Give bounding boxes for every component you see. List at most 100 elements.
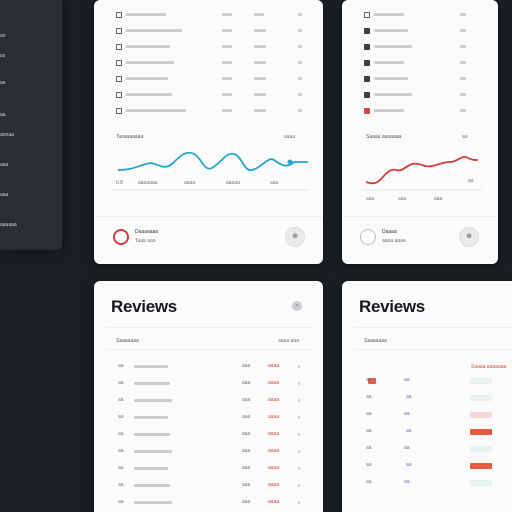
row-title-bar	[134, 399, 172, 402]
row-meta-bar	[298, 109, 302, 112]
row-action[interactable]	[298, 365, 300, 368]
row-checkbox[interactable]	[364, 108, 370, 114]
table-row[interactable]: aa aaa aaaa	[94, 482, 323, 490]
axis-tick: aaaaa	[226, 180, 240, 186]
info-icon[interactable]: •	[292, 301, 302, 311]
list-row[interactable]	[94, 75, 323, 83]
list-row[interactable]	[342, 91, 498, 99]
row-col-b: aa	[404, 479, 410, 485]
progress-bar	[470, 395, 492, 401]
row-action[interactable]	[298, 399, 300, 402]
row-date: aaa	[242, 363, 251, 369]
list-row[interactable]	[342, 11, 498, 19]
sidebar-item-5[interactable]: annaa	[0, 132, 14, 138]
list-row[interactable]	[94, 107, 323, 115]
table-row[interactable]: aa aa	[342, 411, 512, 419]
sidebar-item-8[interactable]: aaaaaa	[0, 222, 17, 228]
row-meta-bar	[460, 29, 466, 32]
row-title-bar	[126, 61, 174, 64]
row-action[interactable]	[298, 467, 300, 470]
table-row[interactable]: aa aa	[342, 462, 512, 470]
row-date: aaa	[242, 380, 251, 386]
table-row[interactable]: aa aa	[342, 479, 512, 487]
row-checkbox[interactable]	[116, 12, 122, 18]
row-col-a: aa	[366, 411, 372, 417]
table-row[interactable]: aa aaa aaaa	[94, 448, 323, 456]
row-title-bar	[134, 433, 170, 436]
table-row[interactable]: aa aaa aaaa	[94, 363, 323, 371]
sidebar-item-label: ae	[0, 80, 6, 86]
row-action[interactable]	[298, 416, 300, 419]
row-checkbox[interactable]	[116, 28, 122, 34]
row-action[interactable]	[298, 450, 300, 453]
row-checkbox[interactable]	[116, 92, 122, 98]
list-row[interactable]	[342, 27, 498, 35]
row-checkbox[interactable]	[116, 76, 122, 82]
panel-title: Reviews	[359, 297, 425, 316]
row-action[interactable]	[298, 501, 300, 504]
table-row[interactable]: aa aaa aaaa	[94, 414, 323, 422]
sidebar-item-7[interactable]: aaa	[0, 192, 8, 198]
table-row[interactable]: aa aa	[342, 394, 512, 402]
row-checkbox[interactable]	[364, 44, 370, 50]
list-row[interactable]	[94, 11, 323, 19]
table-row[interactable]: aa aaa aaaa	[94, 431, 323, 439]
progress-bar	[470, 480, 492, 486]
table-row[interactable]: aa aaa aaaa	[94, 397, 323, 405]
axis-tick: aa	[468, 178, 474, 184]
row-title-bar	[374, 29, 408, 32]
sidebar-item-2[interactable]: as	[0, 53, 5, 59]
add-button[interactable]: ⊕	[285, 227, 305, 247]
row-checkbox[interactable]	[364, 60, 370, 66]
row-action[interactable]	[298, 433, 300, 436]
row-checkbox[interactable]	[364, 76, 370, 82]
table-row[interactable]: aa aa	[342, 377, 512, 385]
row-id: aa	[118, 363, 124, 369]
activity-card-right: Saaaa aaaaaaa aa aaa aaa aaa aa Daaaa aa…	[342, 0, 498, 264]
table-row[interactable]: aa aaa aaaa	[94, 380, 323, 388]
row-id: aa	[118, 397, 124, 403]
row-meta-bar	[254, 45, 266, 48]
list-row[interactable]	[94, 43, 323, 51]
axis-tick: aaaaaaa	[138, 180, 158, 186]
list-row[interactable]	[94, 27, 323, 35]
row-id: aa	[118, 465, 124, 471]
row-checkbox[interactable]	[364, 92, 370, 98]
row-col-b: aa	[406, 462, 412, 468]
row-title-bar	[374, 13, 404, 16]
row-title-bar	[374, 93, 412, 96]
row-action[interactable]	[298, 382, 300, 385]
list-row[interactable]	[94, 59, 323, 67]
list-row[interactable]	[342, 75, 498, 83]
list-row[interactable]	[94, 91, 323, 99]
row-meta-bar	[460, 77, 466, 80]
list-row[interactable]	[342, 107, 498, 115]
progress-bar	[470, 412, 492, 418]
add-button[interactable]: ⊕	[459, 227, 479, 247]
sidebar-item-4[interactable]: aa	[0, 112, 6, 118]
table-row[interactable]: aa aa	[342, 428, 512, 436]
sidebar-item-label: aaa	[0, 192, 9, 198]
row-title-bar	[134, 416, 168, 419]
table-row[interactable]: aa aaa aaaa	[94, 465, 323, 473]
axis-tick: aaa	[270, 180, 279, 186]
row-checkbox[interactable]	[116, 108, 122, 114]
row-checkbox[interactable]	[116, 44, 122, 50]
row-checkbox[interactable]	[116, 60, 122, 66]
row-title-bar	[126, 93, 172, 96]
sidebar-item-6[interactable]: aaa	[0, 162, 8, 168]
row-action[interactable]	[298, 484, 300, 487]
row-col-b: aa	[404, 411, 410, 417]
row-checkbox[interactable]	[364, 12, 370, 18]
row-title-bar	[134, 467, 168, 470]
list-row[interactable]	[342, 59, 498, 67]
sidebar-item-3[interactable]: ae	[0, 80, 6, 86]
status-ring-icon	[113, 229, 129, 245]
row-checkbox[interactable]	[364, 28, 370, 34]
list-row[interactable]	[342, 43, 498, 51]
sidebar-item-1[interactable]: an	[0, 33, 6, 39]
table-row[interactable]: aa aa	[342, 445, 512, 453]
row-status: aaaa	[268, 465, 280, 471]
subheader-left: Saaaaaaa	[116, 338, 139, 344]
table-row[interactable]: aa aaa aaaa	[94, 499, 323, 507]
